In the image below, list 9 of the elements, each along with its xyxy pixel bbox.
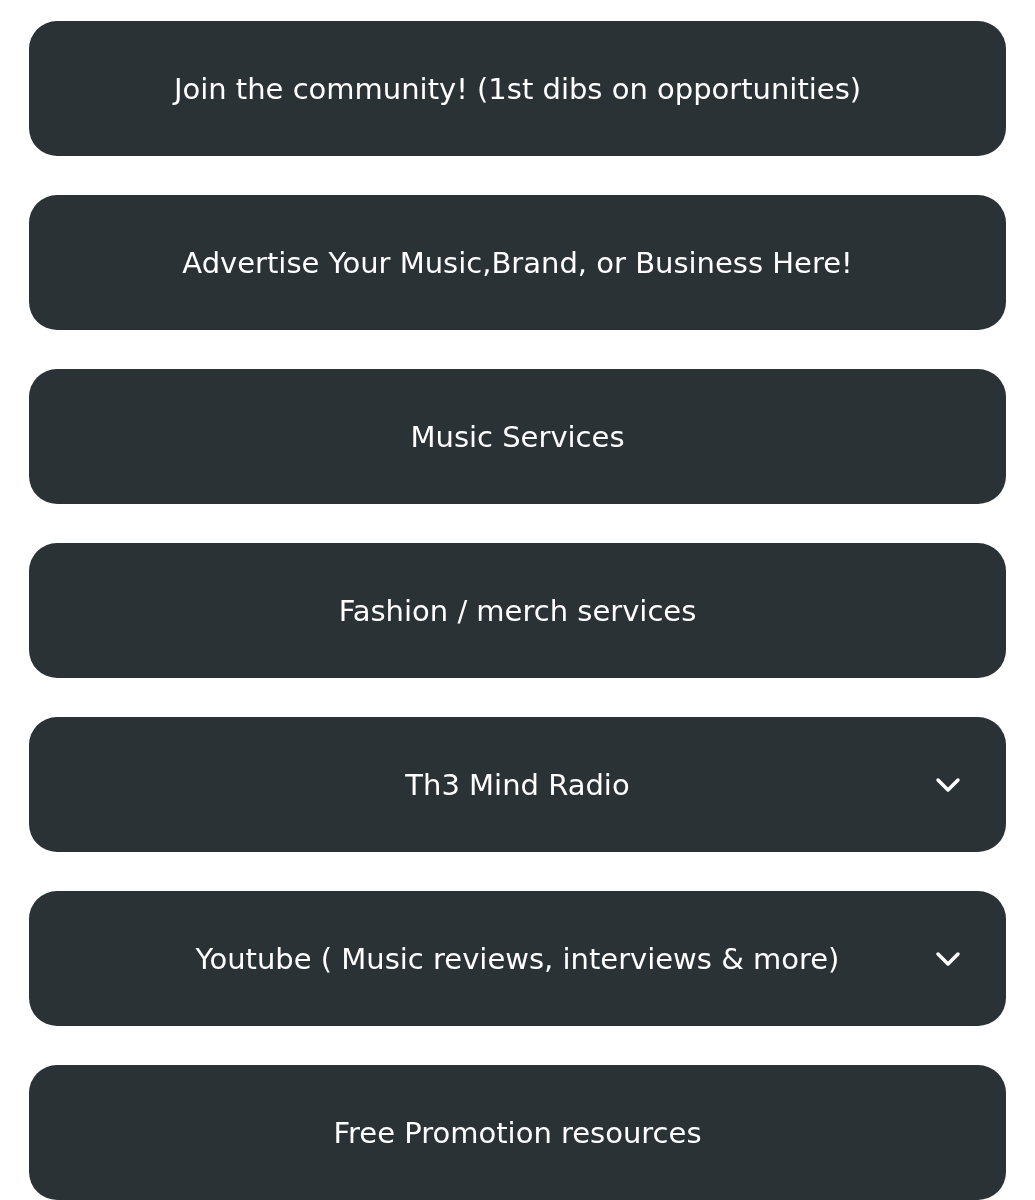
dropdown-button[interactable]: Youtube ( Music reviews, interviews & more) bbox=[29, 891, 1006, 1026]
dropdown-button[interactable]: Th3 Mind Radio bbox=[29, 717, 1006, 852]
link-button[interactable]: Advertise Your Music,Brand, or Business Here! bbox=[29, 195, 1006, 330]
chevron-down-icon bbox=[934, 949, 962, 968]
link-button[interactable]: Free Promotion resources bbox=[29, 1065, 1006, 1200]
link-button[interactable]: Join the community! (1st dibs on opportunities) bbox=[29, 21, 1006, 156]
chevron-down-icon bbox=[934, 775, 962, 794]
link-button[interactable]: Fashion / merch services bbox=[29, 543, 1006, 678]
link-button[interactable]: Music Services bbox=[29, 369, 1006, 504]
